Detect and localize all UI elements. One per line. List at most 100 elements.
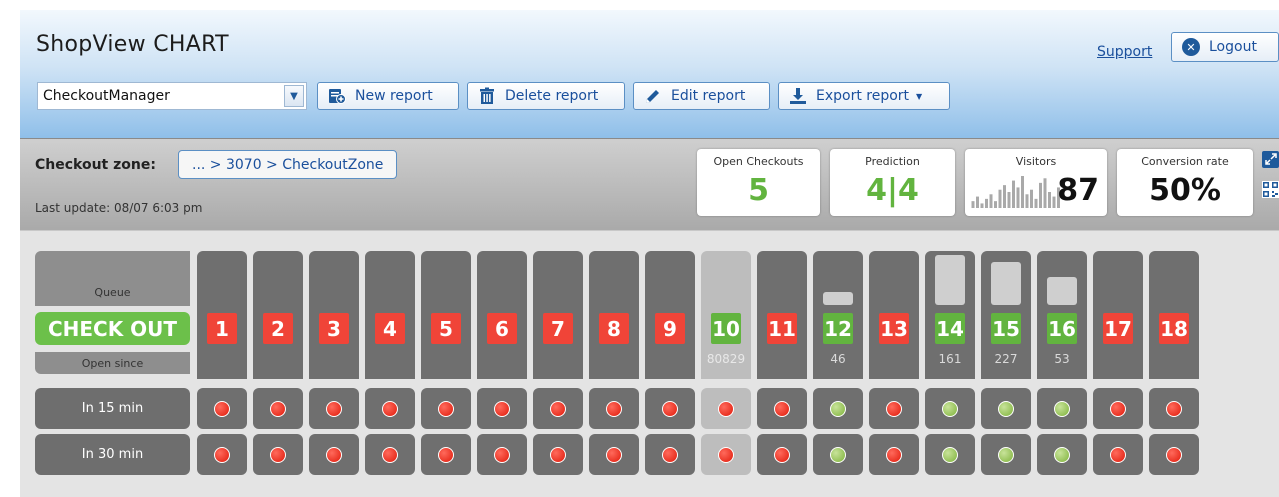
- prediction-cell-in30: [925, 434, 975, 475]
- open-since-value: 80829: [706, 352, 746, 366]
- closed-status-dot-icon: [550, 446, 566, 463]
- delete-report-button[interactable]: Delete report: [467, 82, 625, 110]
- prediction-cell-in15: [701, 388, 751, 429]
- checkout-number[interactable]: 9: [655, 313, 685, 344]
- checkout-column[interactable]: 6: [477, 231, 527, 497]
- app-page: ShopView CHART Support ✕ Logout Checkout…: [20, 10, 1279, 497]
- open-since-value: 53: [1054, 352, 1070, 366]
- prediction-cell-in15: [477, 388, 527, 429]
- zone-path-button[interactable]: ... > 3070 > CheckoutZone: [178, 150, 398, 179]
- prediction-cell-in30: [1093, 434, 1143, 475]
- prediction-cell-in30: [981, 434, 1031, 475]
- closed-status-dot-icon: [326, 446, 342, 463]
- prediction-cell-in30: [701, 434, 751, 475]
- checkout-column[interactable]: 17: [1093, 231, 1143, 497]
- prediction-cell-in15: [589, 388, 639, 429]
- checkout-number[interactable]: 7: [543, 313, 573, 344]
- prediction-cell-in15: [645, 388, 695, 429]
- closed-status-dot-icon: [382, 400, 398, 417]
- checkout-number[interactable]: 5: [431, 313, 461, 344]
- prediction-cell-in30: [869, 434, 919, 475]
- prediction-cell-in30: [309, 434, 359, 475]
- prediction-cell-in15: [757, 388, 807, 429]
- kpi-prediction: Prediction 4|4: [830, 149, 955, 216]
- checkout-column[interactable]: 10 80829: [701, 231, 751, 497]
- checkout-column[interactable]: 8: [589, 231, 639, 497]
- prediction-cell-in15: [869, 388, 919, 429]
- sparkline-bar: [1034, 198, 1038, 208]
- delete-report-label: Delete report: [505, 88, 599, 104]
- checkout-number[interactable]: 12: [823, 313, 853, 344]
- checkout-number[interactable]: 1: [207, 313, 237, 344]
- closed-status-dot-icon: [438, 400, 454, 417]
- open-status-dot-icon: [830, 400, 846, 417]
- row-label-in-15-min: In 15 min: [35, 388, 190, 429]
- open-since-value: 227: [994, 352, 1018, 366]
- closed-status-dot-icon: [382, 446, 398, 463]
- checkout-column[interactable]: 2: [253, 231, 303, 497]
- closed-status-dot-icon: [886, 446, 902, 463]
- sparkline-bar: [1007, 192, 1011, 208]
- checkout-number[interactable]: 10: [711, 313, 741, 344]
- checkout-column[interactable]: 13: [869, 231, 919, 497]
- closed-status-dot-icon: [438, 446, 454, 463]
- checkout-number[interactable]: 11: [767, 313, 797, 344]
- zone-label: Checkout zone:: [35, 157, 156, 173]
- closed-status-dot-icon: [270, 446, 286, 463]
- checkout-column[interactable]: 3: [309, 231, 359, 497]
- chevron-down-icon[interactable]: ▼: [284, 85, 304, 107]
- checkout-column[interactable]: 15 227: [981, 231, 1031, 497]
- edit-report-button[interactable]: Edit report: [633, 82, 770, 110]
- queue-bar: [991, 262, 1021, 305]
- support-link[interactable]: Support: [1097, 44, 1152, 60]
- sparkline-bar: [980, 203, 984, 208]
- export-report-button[interactable]: Export report ▼: [778, 82, 950, 110]
- qr-code-icon[interactable]: [1262, 181, 1279, 198]
- checkout-number[interactable]: 8: [599, 313, 629, 344]
- checkout-column[interactable]: 18: [1149, 231, 1199, 497]
- checkout-number[interactable]: 6: [487, 313, 517, 344]
- closed-status-dot-icon: [494, 446, 510, 463]
- report-select[interactable]: CheckoutManager ▼: [37, 82, 307, 110]
- prediction-cell-in30: [1037, 434, 1087, 475]
- pencil-icon: [646, 90, 659, 103]
- checkout-number[interactable]: 4: [375, 313, 405, 344]
- fullscreen-icon[interactable]: [1262, 151, 1279, 168]
- zone-bar: Checkout zone: ... > 3070 > CheckoutZone…: [20, 138, 1279, 231]
- open-since-value: 161: [938, 352, 962, 366]
- prediction-cell-in30: [253, 434, 303, 475]
- checkout-column[interactable]: 14 161: [925, 231, 975, 497]
- new-report-button[interactable]: New report: [317, 82, 459, 110]
- checkout-column[interactable]: 11: [757, 231, 807, 497]
- open-status-dot-icon: [1054, 446, 1070, 463]
- kpi-prediction-label: Prediction: [865, 155, 920, 168]
- checkout-column[interactable]: 12 46: [813, 231, 863, 497]
- closed-status-dot-icon: [606, 400, 622, 417]
- checkout-column[interactable]: 16 53: [1037, 231, 1087, 497]
- checkout-column[interactable]: 4: [365, 231, 415, 497]
- checkout-column[interactable]: 5: [421, 231, 471, 497]
- kpi-visitors: Visitors 87: [965, 149, 1107, 216]
- queue-bar: [823, 292, 853, 305]
- checkout-number[interactable]: 14: [935, 313, 965, 344]
- checkout-number[interactable]: 16: [1047, 313, 1077, 344]
- checkout-number[interactable]: 3: [319, 313, 349, 344]
- checkout-number[interactable]: 15: [991, 313, 1021, 344]
- logout-button[interactable]: ✕ Logout: [1171, 32, 1279, 62]
- checkout-number[interactable]: 18: [1159, 313, 1189, 344]
- checkout-number[interactable]: 17: [1103, 313, 1133, 344]
- checkout-number[interactable]: 13: [879, 313, 909, 344]
- checkout-number[interactable]: 2: [263, 313, 293, 344]
- closed-status-dot-icon: [662, 446, 678, 463]
- checkout-column[interactable]: 7: [533, 231, 583, 497]
- kpi-conversion-rate: Conversion rate 50%: [1117, 149, 1253, 216]
- prediction-cell-in30: [477, 434, 527, 475]
- closed-status-dot-icon: [662, 400, 678, 417]
- close-circle-icon: ✕: [1182, 38, 1200, 56]
- closed-status-dot-icon: [718, 446, 734, 463]
- closed-status-dot-icon: [1110, 446, 1126, 463]
- checkout-column[interactable]: 9: [645, 231, 695, 497]
- checkout-column[interactable]: 1: [197, 231, 247, 497]
- visitors-sparkline: [971, 176, 1060, 208]
- kpi-visitors-value: 87: [1057, 173, 1099, 208]
